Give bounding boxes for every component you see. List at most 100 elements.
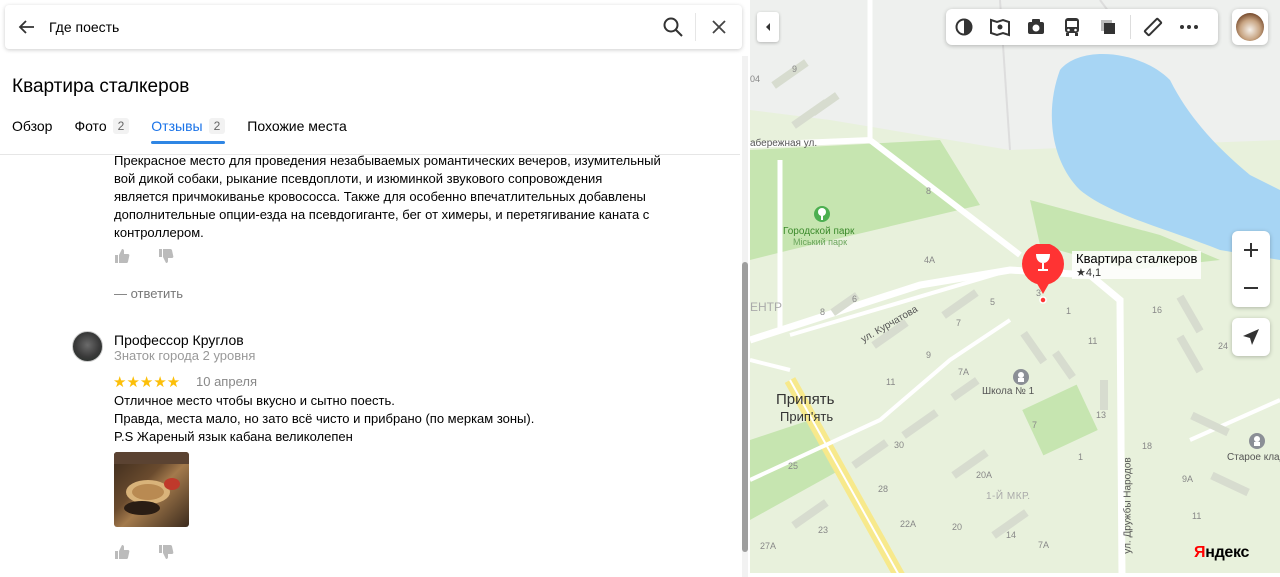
house-number: 7	[1032, 420, 1038, 430]
user-avatar-button[interactable]	[1232, 9, 1268, 45]
locate-me-button[interactable]	[1232, 318, 1270, 356]
thumbs-up-icon[interactable]	[114, 544, 130, 560]
yandex-logo[interactable]: Яндекс	[1194, 544, 1249, 562]
layers-button[interactable]	[946, 9, 982, 45]
school-icon[interactable]	[1012, 368, 1030, 386]
search-input[interactable]: Где поесть	[49, 19, 651, 35]
house-number: 9	[792, 64, 798, 74]
scrollbar[interactable]	[742, 56, 748, 577]
pin-name: Квартира сталкеров	[1076, 251, 1198, 266]
search-button[interactable]	[651, 5, 695, 49]
tab-count: 2	[112, 118, 130, 134]
tab-label: Фото	[74, 118, 107, 134]
zoom-in-button[interactable]	[1232, 231, 1270, 269]
house-number: 7	[956, 318, 962, 328]
map-toolbar	[946, 9, 1218, 45]
review-rating-buttons	[114, 544, 174, 560]
house-number: 27А	[760, 541, 777, 551]
camera-icon	[1028, 19, 1044, 34]
park-icon[interactable]	[813, 205, 831, 223]
photos-button[interactable]	[1018, 9, 1054, 45]
rating-stars: ★★★★★	[113, 374, 181, 391]
logo-letter: Я	[1194, 544, 1206, 561]
pin-label[interactable]: Квартира сталкеров ★4,1	[1072, 251, 1202, 279]
district-name: 1-Й МКР.	[986, 491, 1031, 502]
tab-reviews[interactable]: Отзывы 2	[151, 118, 226, 144]
house-number: 11	[1088, 336, 1098, 346]
review-line: является причмокиванье кровососса. Также…	[114, 189, 646, 204]
cemetery-name: Старое кладб	[1227, 452, 1280, 463]
city-name: Припять	[776, 391, 835, 408]
cemetery-icon[interactable]	[1248, 432, 1266, 450]
house-number: 30	[894, 440, 905, 450]
collapse-panel-button[interactable]	[757, 12, 779, 42]
tab-photos[interactable]: Фото 2	[74, 118, 130, 144]
review-line: Отличное место чтобы вкусно и сытно поес…	[114, 393, 395, 408]
search-bar: Где поесть	[5, 5, 742, 49]
back-button[interactable]	[5, 5, 49, 49]
traffic-icon	[1101, 20, 1115, 34]
thumbs-down-icon[interactable]	[158, 544, 174, 560]
park-name-ua: Міський парк	[793, 237, 847, 247]
search-icon	[663, 17, 683, 37]
review-text: Отличное место чтобы вкусно и сытно поес…	[114, 392, 694, 446]
reply-link[interactable]: — ответить	[114, 286, 183, 301]
toolbar-separator	[1130, 15, 1131, 39]
more-icon	[1180, 25, 1198, 29]
house-number: 9	[926, 350, 932, 360]
layers-icon	[955, 18, 973, 36]
tab-similar[interactable]: Похожие места	[247, 118, 346, 144]
minus-icon	[1244, 287, 1258, 289]
ruler-icon	[1143, 17, 1163, 37]
author-avatar[interactable]	[72, 331, 103, 362]
thumbs-up-icon[interactable]	[114, 248, 130, 264]
scrollbar-thumb[interactable]	[742, 262, 748, 552]
tab-label: Отзывы	[151, 118, 203, 134]
close-button[interactable]	[696, 5, 742, 49]
house-number: 4А	[924, 255, 936, 265]
user-avatar	[1236, 13, 1264, 41]
review-line: контроллером.	[114, 225, 204, 240]
location-arrow-icon	[1243, 329, 1259, 345]
logo-rest: ндекс	[1205, 544, 1250, 561]
zoom-out-button[interactable]	[1232, 269, 1270, 307]
house-number: 13	[1096, 410, 1107, 420]
review-line: Прекрасное место для проведения незабыва…	[114, 153, 661, 168]
plus-icon	[1244, 243, 1258, 257]
tab-overview[interactable]: Обзор	[12, 118, 52, 144]
review-line: вой дикой собаки, рыкание псевдоплоти, и…	[114, 171, 603, 186]
thumbs-down-icon[interactable]	[158, 248, 174, 264]
close-icon	[712, 20, 726, 34]
review-photo[interactable]	[114, 452, 189, 527]
transport-button[interactable]	[1054, 9, 1090, 45]
side-panel: Где поесть Квартира сталкеров Обзор Фото…	[0, 0, 750, 577]
house-number: 18	[1142, 441, 1153, 451]
street-label: ул. Дружбы Народов	[1122, 457, 1134, 554]
author-name[interactable]: Профессор Круглов	[114, 332, 244, 348]
panorama-button[interactable]	[982, 9, 1018, 45]
house-number: 11	[1192, 511, 1202, 521]
tab-label: Похожие места	[247, 118, 347, 134]
house-number: 8	[926, 186, 932, 196]
house-number: 20А	[976, 470, 993, 480]
ruler-button[interactable]	[1135, 9, 1171, 45]
place-pin[interactable]	[1021, 244, 1065, 304]
map[interactable]: 04 9 8 4А 6 8 5 7 3 1 16 24 9 7А 11 11 1…	[750, 0, 1280, 577]
traffic-button[interactable]	[1090, 9, 1126, 45]
author-level: Знаток города 2 уровня	[114, 348, 256, 363]
street-label: абережная ул.	[750, 138, 818, 149]
house-number: 7А	[958, 367, 970, 377]
house-number: 9А	[1182, 474, 1194, 484]
house-number: 14	[1006, 530, 1017, 540]
review-line: P.S Жареный язык кабана великолепен	[114, 429, 353, 444]
house-number: 8	[820, 307, 826, 317]
review-date: 10 апреля	[196, 374, 257, 389]
tab-bar: Обзор Фото 2 Отзывы 2 Похожие места	[12, 118, 369, 144]
review-text: Прекрасное место для проведения незабыва…	[114, 152, 694, 242]
house-number: 7А	[1038, 540, 1050, 550]
more-button[interactable]	[1171, 9, 1207, 45]
review-line: Правда, места мало, но зато всё чисто и …	[114, 411, 535, 426]
park-name: Городской парк	[783, 226, 855, 237]
pin-rating: ★4,1	[1076, 267, 1102, 279]
house-number: 25	[788, 461, 799, 471]
